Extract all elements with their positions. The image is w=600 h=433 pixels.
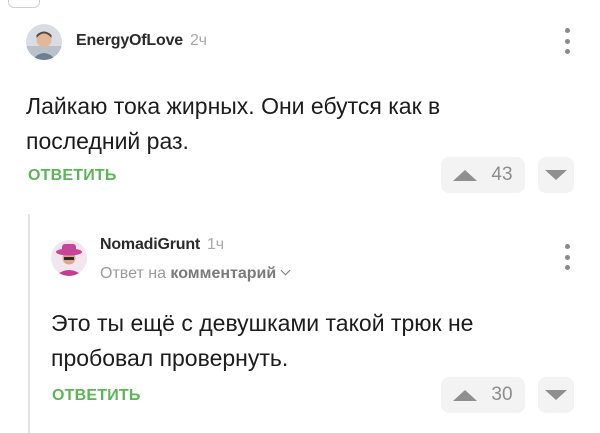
chevron-down-icon[interactable] [280, 265, 291, 276]
downvote-icon [545, 390, 567, 400]
comment-author[interactable]: NomadiGrunt 1ч [100, 236, 224, 254]
author-name[interactable]: EnergyOfLove [76, 32, 183, 49]
kebab-menu-icon[interactable] [560, 244, 574, 270]
comment-text-line: последний раз. [26, 128, 189, 154]
comment-time: 2ч [189, 32, 207, 49]
downvote-button[interactable] [538, 377, 574, 413]
reply-button[interactable]: ОТВЕТИТЬ [52, 387, 141, 405]
rating-value: 43 [491, 164, 513, 185]
reply-to-link[interactable]: комментарий [170, 265, 276, 282]
comment-author[interactable]: EnergyOfLove 2ч [76, 32, 207, 50]
downvote-icon [545, 170, 567, 180]
kebab-menu-icon[interactable] [560, 28, 574, 54]
comment-text: Лайкаю тока жирных. Они ебутся как в пос… [26, 89, 440, 159]
reply-to-line: Ответ на комментарий [100, 265, 291, 283]
upvote-button[interactable]: 43 [441, 157, 525, 193]
rating-value: 30 [491, 384, 513, 405]
avatar[interactable] [26, 24, 62, 60]
previous-element-edge [8, 0, 40, 8]
avatar[interactable] [51, 240, 87, 276]
comment-text-line: Это ты ещё с девушками такой трюк не [51, 310, 474, 336]
reply-button[interactable]: ОТВЕТИТЬ [28, 167, 117, 185]
thread-line [28, 214, 30, 433]
comment-text-line: пробовал провернуть. [51, 345, 289, 371]
comment-text: Это ты ещё с девушками такой трюк не про… [51, 306, 473, 376]
upvote-button[interactable]: 30 [441, 377, 525, 413]
comment-text-line: Лайкаю тока жирных. Они ебутся как в [26, 93, 441, 119]
upvote-icon [453, 389, 478, 401]
author-name[interactable]: NomadiGrunt [100, 236, 200, 253]
downvote-button[interactable] [538, 157, 574, 193]
upvote-icon [453, 169, 478, 181]
comment-time: 1ч [207, 236, 224, 253]
reply-to-prefix: Ответ на [100, 265, 166, 282]
